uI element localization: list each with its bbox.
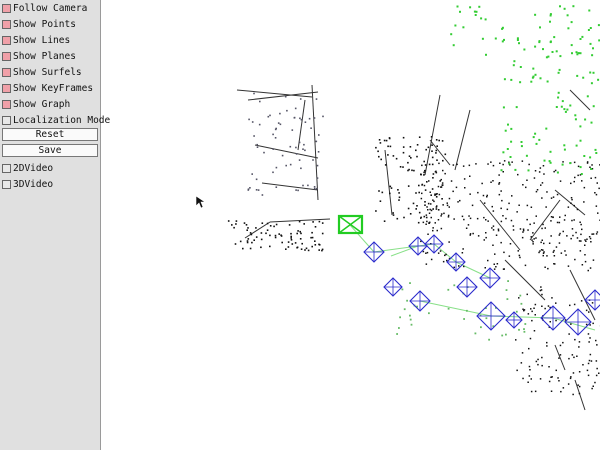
checkbox-label: Show Surfels <box>13 66 82 78</box>
show-keyframes-checkbox[interactable]: Show KeyFrames <box>2 81 93 95</box>
show-graph-checkbox[interactable]: Show Graph <box>2 97 70 111</box>
covisibility-graph <box>349 224 596 331</box>
checkbox-icon[interactable] <box>2 19 11 29</box>
checkbox-label: Show Graph <box>13 98 71 110</box>
mouse-cursor-icon <box>195 195 206 209</box>
3d-map-viewport[interactable] <box>101 0 600 450</box>
map-lines <box>236 84 596 411</box>
checkbox-icon[interactable] <box>2 115 11 125</box>
2dvideo-checkbox[interactable]: 2DVideo <box>2 161 53 175</box>
checkbox-label: Show Lines <box>13 34 71 46</box>
checkbox-label: 3DVideo <box>13 178 54 190</box>
checkbox-label: Show KeyFrames <box>13 82 94 94</box>
map-points <box>227 5 600 396</box>
checkbox-icon[interactable] <box>2 51 11 61</box>
checkbox-label: Follow Camera <box>13 2 88 14</box>
checkbox-icon[interactable] <box>2 67 11 77</box>
checkbox-icon[interactable] <box>2 99 11 109</box>
checkbox-icon[interactable] <box>2 83 11 93</box>
show-planes-checkbox[interactable]: Show Planes <box>2 49 76 63</box>
checkbox-label: Show Points <box>13 18 76 30</box>
show-surfels-checkbox[interactable]: Show Surfels <box>2 65 82 79</box>
save-button[interactable]: Save <box>2 144 98 157</box>
current-camera <box>337 214 364 235</box>
show-lines-checkbox[interactable]: Show Lines <box>2 33 70 47</box>
follow-camera-checkbox[interactable]: Follow Camera <box>2 1 87 15</box>
control-panel: Follow Camera Show Points Show Lines Sho… <box>0 0 110 450</box>
checkbox-icon[interactable] <box>2 163 11 173</box>
checkbox-icon[interactable] <box>2 35 11 45</box>
checkbox-label: Show Planes <box>13 50 76 62</box>
keyframes <box>363 234 600 336</box>
3dvideo-checkbox[interactable]: 3DVideo <box>2 177 53 191</box>
checkbox-icon[interactable] <box>2 3 11 13</box>
checkbox-label: Localization Mode <box>13 114 111 126</box>
localization-mode-checkbox[interactable]: Localization Mode <box>2 113 110 127</box>
show-points-checkbox[interactable]: Show Points <box>2 17 76 31</box>
checkbox-icon[interactable] <box>2 179 11 189</box>
reset-button[interactable]: Reset <box>2 128 98 141</box>
checkbox-label: 2DVideo <box>13 162 54 174</box>
